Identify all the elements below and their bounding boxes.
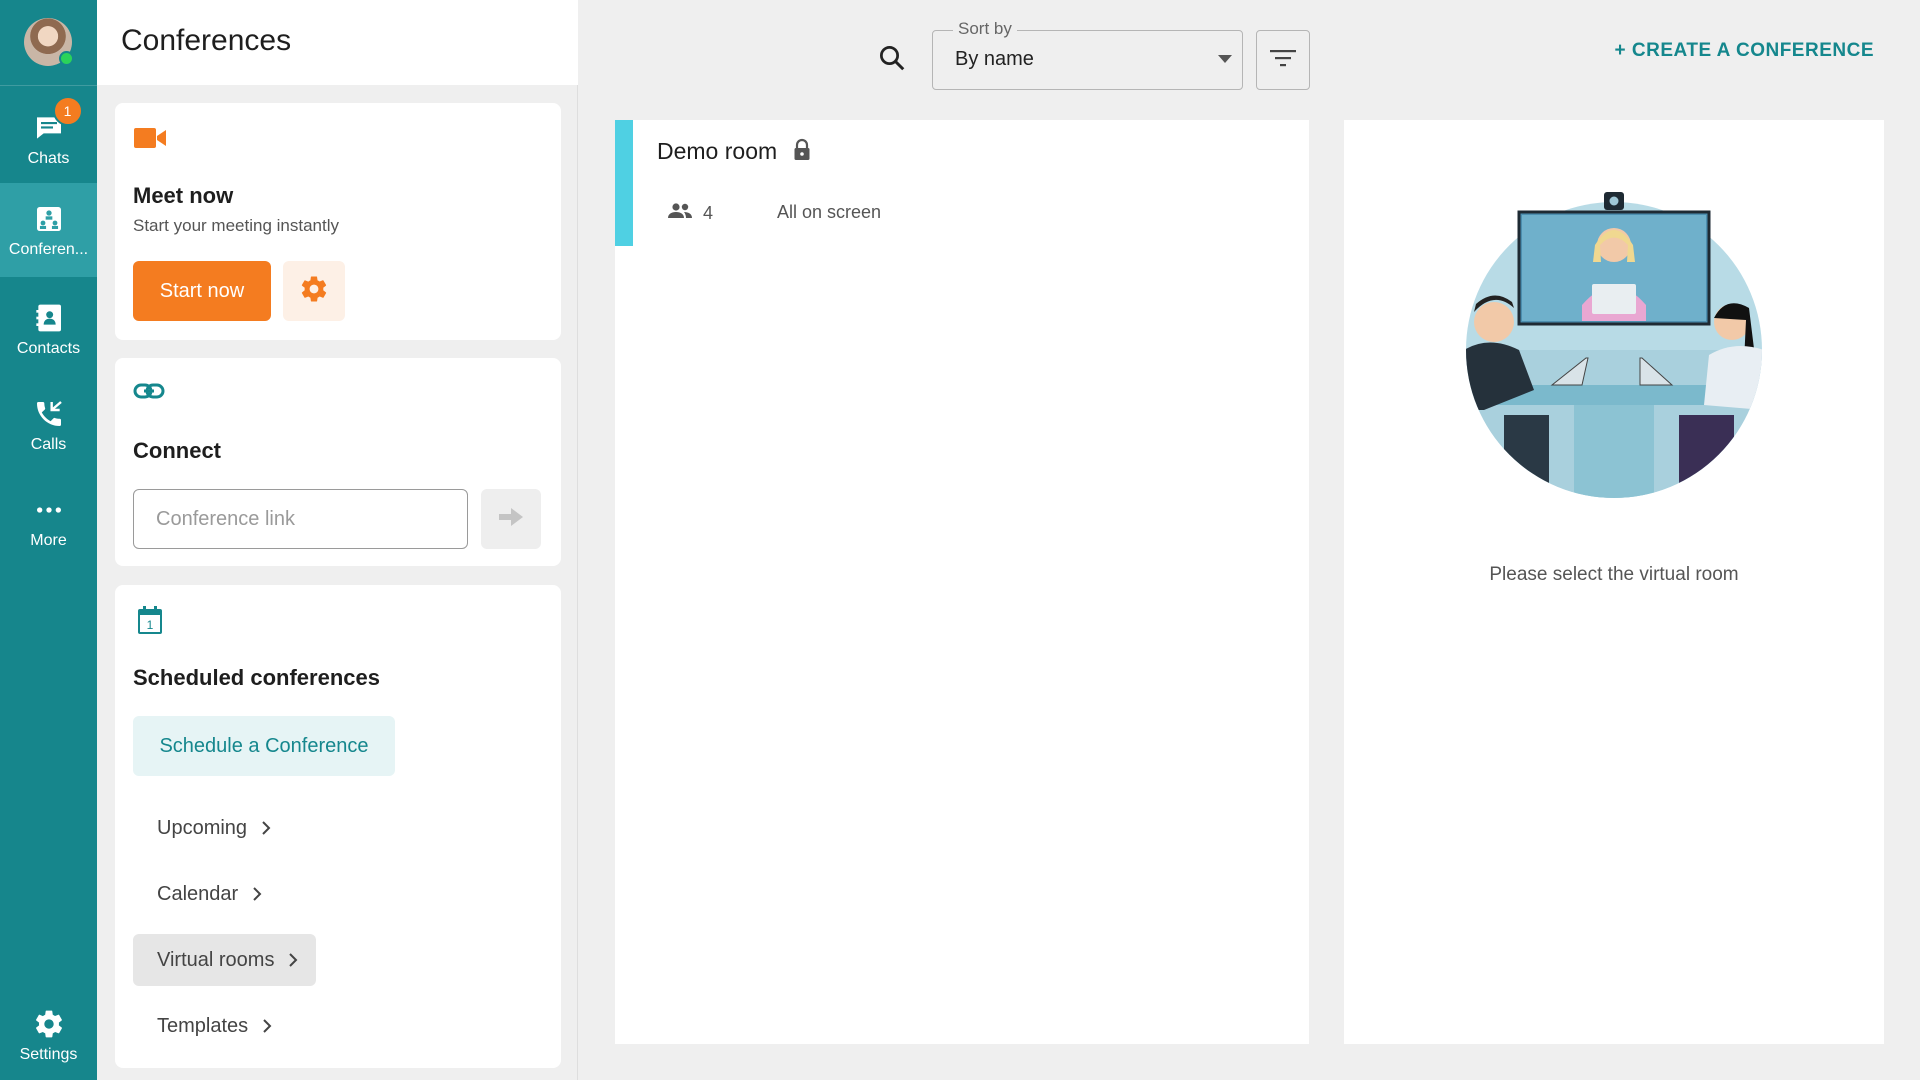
nav-link-upcoming[interactable]: Upcoming xyxy=(133,802,289,854)
nav-rail: 1 Chats Conferen... Contacts Calls More … xyxy=(0,0,97,1080)
nav-link-label: Upcoming xyxy=(157,816,248,839)
empty-state-message: Please select the virtual room xyxy=(1489,564,1739,585)
sort-label: Sort by xyxy=(953,19,1017,39)
start-now-button[interactable]: Start now xyxy=(133,261,271,321)
gear-icon xyxy=(299,274,329,309)
scheduled-title: Scheduled conferences xyxy=(133,665,380,690)
calendar-icon: 1 xyxy=(137,605,163,640)
connect-go-button[interactable] xyxy=(481,489,541,549)
nav-item-chats[interactable]: 1 Chats xyxy=(0,92,97,186)
nav-label-settings: Settings xyxy=(19,1046,78,1063)
nav-item-conferences[interactable]: Conferen... xyxy=(0,183,97,277)
link-icon xyxy=(133,380,165,407)
meet-now-card: Meet now Start your meeting instantly St… xyxy=(115,103,561,340)
video-camera-icon xyxy=(133,125,167,156)
chevron-right-icon xyxy=(262,1018,272,1034)
meet-now-subtitle: Start your meeting instantly xyxy=(133,216,339,235)
scheduled-card: 1 Scheduled conferences Schedule a Confe… xyxy=(115,585,561,1068)
nav-label-contacts: Contacts xyxy=(16,340,81,357)
meet-now-title: Meet now xyxy=(133,183,234,208)
lock-icon xyxy=(793,138,811,167)
chevron-right-icon xyxy=(252,886,262,902)
nav-link-virtual-rooms[interactable]: Virtual rooms xyxy=(133,934,317,986)
conferences-panel: Conferences Meet now Start your meeting … xyxy=(97,0,578,1080)
search-icon xyxy=(877,43,907,78)
chat-icon: 1 xyxy=(31,96,83,146)
arrow-right-icon xyxy=(497,506,525,533)
nav-link-templates[interactable]: Templates xyxy=(133,1000,290,1052)
nav-item-settings[interactable]: Settings xyxy=(0,992,97,1078)
detail-pane: Please select the virtual room xyxy=(1344,120,1884,1044)
nav-label-conferences: Conferen... xyxy=(8,241,89,258)
sort-select[interactable]: Sort by By name xyxy=(932,19,1243,90)
nav-link-label: Virtual rooms xyxy=(157,948,275,971)
room-item[interactable]: Demo room 4 All on screen xyxy=(615,120,1309,246)
nav-link-label: Calendar xyxy=(157,882,239,905)
avatar[interactable] xyxy=(24,18,74,66)
presence-indicator xyxy=(59,51,74,66)
conference-link-input[interactable] xyxy=(133,489,468,549)
participants: 4 xyxy=(667,202,713,225)
connect-card: Connect xyxy=(115,358,561,566)
filter-icon xyxy=(1269,47,1297,74)
sort-value: By name xyxy=(955,48,1034,70)
room-list: Demo room 4 All on screen xyxy=(615,120,1309,1044)
nav-label-calls: Calls xyxy=(30,436,67,453)
virtual-meeting-illustration xyxy=(1464,190,1764,500)
meeting-settings-button[interactable] xyxy=(283,261,345,321)
nav-label-chats: Chats xyxy=(27,150,70,167)
caret-down-icon xyxy=(1218,55,1232,63)
more-icon xyxy=(31,492,67,528)
contacts-icon xyxy=(31,300,67,336)
panel-header: Conferences xyxy=(97,0,578,85)
connect-title: Connect xyxy=(133,438,221,463)
filter-button[interactable] xyxy=(1256,30,1310,90)
conference-icon xyxy=(31,201,67,237)
page-title: Conferences xyxy=(121,24,292,57)
nav-label-more: More xyxy=(30,532,67,549)
create-conference-button[interactable]: + CREATE A CONFERENCE xyxy=(1615,40,1874,62)
nav-item-more[interactable]: More xyxy=(0,474,97,568)
people-icon xyxy=(667,202,693,225)
room-name: Demo room xyxy=(657,138,778,164)
svg-text:1: 1 xyxy=(147,618,154,632)
settings-icon xyxy=(31,1006,67,1042)
chevron-right-icon xyxy=(288,952,298,968)
room-layout-mode: All on screen xyxy=(777,202,882,222)
search-button[interactable] xyxy=(872,40,912,80)
participant-count: 4 xyxy=(703,203,714,223)
nav-item-contacts[interactable]: Contacts xyxy=(0,282,97,376)
unread-badge: 1 xyxy=(52,96,83,126)
rail-divider xyxy=(0,85,97,86)
nav-link-calendar[interactable]: Calendar xyxy=(133,868,280,920)
schedule-conference-button[interactable]: Schedule a Conference xyxy=(133,716,395,776)
room-accent-bar xyxy=(615,120,633,246)
nav-item-calls[interactable]: Calls xyxy=(0,378,97,472)
calls-icon xyxy=(31,396,67,432)
nav-link-label: Templates xyxy=(157,1014,249,1037)
chevron-right-icon xyxy=(261,820,271,836)
